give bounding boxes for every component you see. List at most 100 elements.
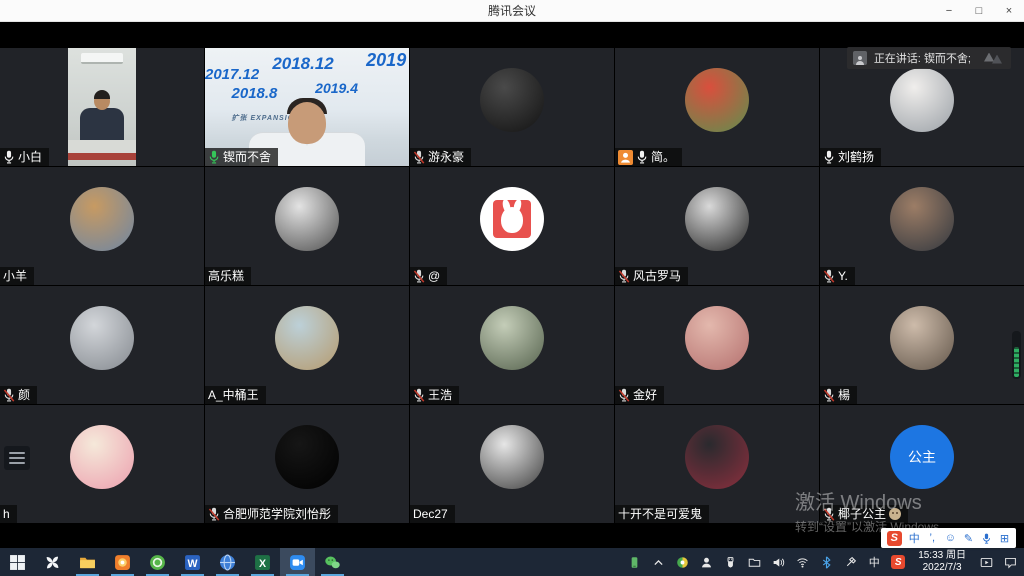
participant-name: Y. (838, 268, 848, 284)
participant-tile[interactable]: 十开不是可爱鬼 (615, 405, 819, 523)
participant-tile[interactable]: Dec27 (410, 405, 614, 523)
tray-action-center-icon[interactable] (1002, 554, 1018, 570)
sogou-sogou-logo[interactable]: S (887, 531, 902, 546)
participant-name-label: 游永豪 (410, 148, 471, 166)
mic-icon (413, 388, 425, 402)
taskbar-browser-icon[interactable] (210, 548, 245, 576)
mic-icon (981, 533, 992, 544)
participant-tile[interactable]: 简。 (615, 48, 819, 166)
participant-tile[interactable]: @ (410, 167, 614, 285)
mic-icon (413, 150, 425, 164)
sogou-handwriting[interactable]: ✎ (963, 532, 974, 545)
tray-volume-icon[interactable] (770, 554, 786, 570)
tray-network-icon[interactable] (794, 554, 810, 570)
participant-name-label: 王浩 (410, 386, 459, 404)
taskbar-wechat-icon[interactable] (315, 548, 350, 576)
participant-name-label: 锲而不舍 (205, 148, 278, 166)
svg-text:X: X (259, 557, 266, 569)
tray-color-app-icon[interactable] (674, 554, 690, 570)
mic-icon (823, 388, 835, 402)
participant-avatar (275, 425, 339, 489)
participant-avatar (480, 306, 544, 370)
participant-avatar (70, 187, 134, 251)
banner-date-text: 2019.4 (315, 80, 358, 96)
participant-tile[interactable]: 小白 (0, 48, 204, 166)
sogou-voice-input[interactable] (981, 533, 992, 544)
participant-name-label: Dec27 (410, 505, 455, 523)
tray-sogou-icon[interactable]: S (890, 554, 906, 570)
host-icon (618, 150, 633, 165)
participant-name: 小羊 (3, 268, 27, 284)
participant-tile[interactable]: 小羊 (0, 167, 204, 285)
participant-avatar (890, 68, 954, 132)
participant-name: @ (428, 268, 440, 284)
taskbar-tencent-meeting-icon[interactable] (280, 548, 315, 576)
close-button[interactable]: × (994, 0, 1024, 22)
participant-name: 颜 (18, 387, 30, 403)
banner-date-text: 2018.8 (232, 85, 278, 102)
participant-tile[interactable]: A_中桶王 (205, 286, 409, 404)
window-titlebar: 腾讯会议 − □ × (0, 0, 1024, 22)
sogou-toolbox[interactable]: ⊞ (999, 532, 1010, 545)
tray-bluetooth-icon[interactable] (818, 554, 834, 570)
participant-tile[interactable]: 王浩 (410, 286, 614, 404)
participant-name-label: 刘鹤扬 (820, 148, 881, 166)
tray-media-box-icon[interactable] (978, 554, 994, 570)
participant-tile[interactable]: 合肥师范学院刘怡彤 (205, 405, 409, 523)
member-list-button[interactable] (4, 446, 30, 470)
rabbit-logo-icon (493, 200, 531, 238)
participant-avatar (70, 425, 134, 489)
participant-tile[interactable]: 游永豪 (410, 48, 614, 166)
participant-avatar (685, 68, 749, 132)
minimize-button[interactable]: − (934, 0, 964, 22)
mic-icon (618, 388, 630, 402)
tray-folder-icon[interactable] (746, 554, 762, 570)
taskbar-word-icon[interactable]: W (175, 548, 210, 576)
participant-tile[interactable]: 楊 (820, 286, 1024, 404)
participant-tile[interactable]: h (0, 405, 204, 523)
participant-name: 锲而不舍 (223, 149, 271, 165)
tray-usb-icon[interactable] (722, 554, 738, 570)
taskbar-file-explorer-icon[interactable] (70, 548, 105, 576)
participant-name-label: 小羊 (0, 267, 34, 285)
mic-icon (618, 269, 630, 283)
taskbar-sogou-browser-icon[interactable] (105, 548, 140, 576)
participant-name-label: Y. (820, 267, 855, 285)
taskbar-excel-icon[interactable]: X (245, 548, 280, 576)
participant-tile[interactable]: 2017.122018.1220192018.82019.4扩张 EXPANSI… (205, 48, 409, 166)
participant-tile[interactable]: 金好 (615, 286, 819, 404)
tray-user-icon[interactable] (698, 554, 714, 570)
participant-avatar (685, 187, 749, 251)
tray-hidden-icons-icon[interactable] (650, 554, 666, 570)
meeting-window: 腾讯会议 − □ × 小白2017.122018.1220192018.8201… (0, 0, 1024, 576)
speaking-indicator: 正在讲话: 锲而不舍; (847, 47, 1011, 69)
participant-name: 十开不是可爱鬼 (618, 506, 702, 522)
banner-date-text: 2017.12 (205, 66, 259, 83)
mic-icon (636, 150, 648, 164)
sogou-lang-mode[interactable]: 中 (909, 530, 920, 546)
avatar-text: 公主 (890, 425, 954, 489)
participant-name: 高乐糕 (208, 268, 244, 284)
tray-clamp-icon[interactable] (842, 554, 858, 570)
participant-name: 金好 (633, 387, 657, 403)
sogou-input-toolbar: S中 ’, ☺ ✎ ⊞ (881, 528, 1016, 548)
taskbar-green-app-icon[interactable] (140, 548, 175, 576)
taskbar-pinwheel-icon[interactable] (35, 548, 70, 576)
participant-tile[interactable]: 风古罗马 (615, 167, 819, 285)
taskbar-clock[interactable]: 15:33 周日2022/7/3 (914, 550, 970, 575)
sogou-punct-mode[interactable]: ’, (927, 532, 938, 544)
taskbar-start-icon[interactable] (0, 548, 35, 576)
participant-name: 王浩 (428, 387, 452, 403)
participant-tile[interactable]: 颜 (0, 286, 204, 404)
participant-name: 游永豪 (428, 149, 464, 165)
participant-name-label: A_中桶王 (205, 386, 266, 404)
participant-name: A_中桶王 (208, 387, 259, 403)
participant-tile[interactable]: Y. (820, 167, 1024, 285)
participant-name-label: 小白 (0, 148, 49, 166)
maximize-button[interactable]: □ (964, 0, 994, 22)
participant-tile[interactable]: 高乐糕 (205, 167, 409, 285)
sogou-emoji-picker[interactable]: ☺ (945, 532, 956, 544)
tray-phone-icon[interactable] (626, 554, 642, 570)
tray-input-lang-icon[interactable]: 中 (866, 554, 882, 570)
mic-icon (413, 269, 425, 283)
